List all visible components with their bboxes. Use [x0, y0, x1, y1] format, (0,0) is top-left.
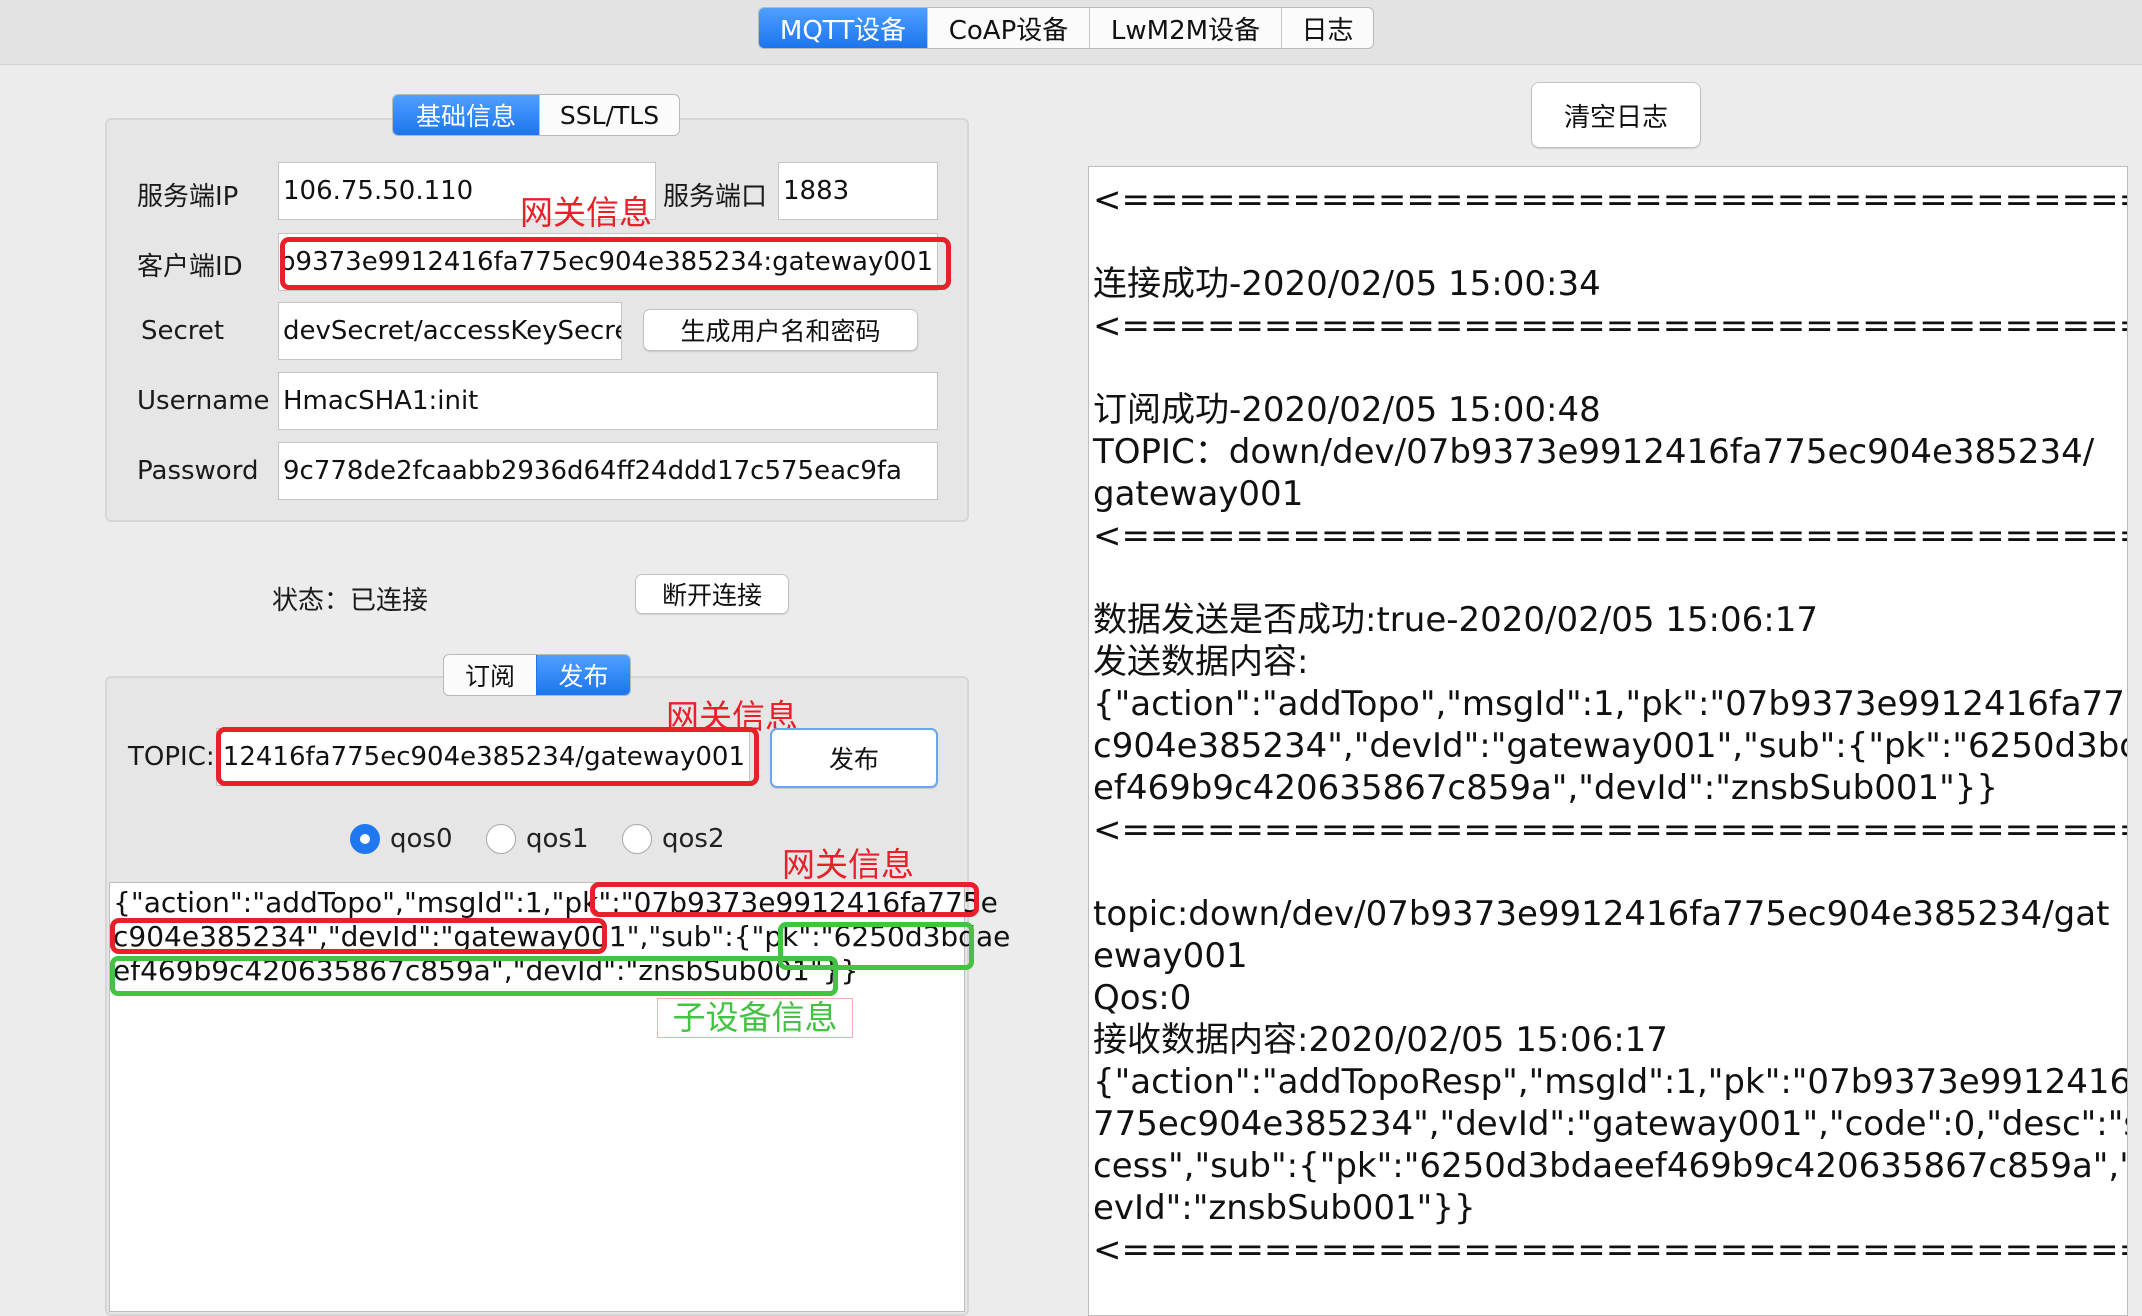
log-line: cess","sub":{"pk":"6250d3bdaeef469b9c420…: [1093, 1146, 2128, 1186]
tab-coap[interactable]: CoAP设备: [927, 8, 1089, 48]
log-line: Qos:0: [1093, 978, 1192, 1018]
secret-label: Secret: [141, 316, 225, 346]
topic-label: TOPIC:: [128, 742, 215, 772]
log-line: {"action":"addTopo","msgId":1,"pk":"07b9…: [1093, 684, 2128, 724]
pubsub-tabs: 订阅 发布: [443, 654, 631, 696]
connection-status: 状态：已连接: [272, 586, 429, 616]
log-line: <====================================>: [1093, 810, 2128, 850]
log-line: 数据发送是否成功:true-2020/02/05 15:06:17: [1093, 600, 1818, 640]
password-input[interactable]: 9c778de2fcaabb2936d64ff24ddd17c575eac9fa: [278, 442, 938, 500]
log-line: <====================================>: [1093, 306, 2128, 346]
annotation-gateway-info-3: 网关信息: [782, 845, 914, 884]
password-label: Password: [137, 456, 259, 486]
log-line: c904e385234","devId":"gateway001","sub":…: [1093, 726, 2128, 766]
secret-input[interactable]: devSecret/accessKeySecret: [278, 302, 622, 360]
log-line: <====================================>: [1093, 516, 2128, 556]
log-line: TOPIC：down/dev/07b9373e9912416fa775ec904…: [1093, 432, 2095, 472]
qos2-radio-dot: [622, 824, 652, 854]
tab-ssl-tls[interactable]: SSL/TLS: [539, 95, 679, 135]
log-line: {"action":"addTopoResp","msgId":1,"pk":"…: [1093, 1062, 2128, 1102]
log-line: 接收数据内容:2020/02/05 15:06:17: [1093, 1020, 1668, 1060]
server-ip-label: 服务端IP: [137, 182, 239, 212]
payload-pk-highlight-1: [590, 882, 979, 917]
device-tabs: MQTT设备 CoAP设备 LwM2M设备 日志: [758, 7, 1374, 49]
qos0-radio-dot: [350, 824, 380, 854]
client-id-highlight: [280, 237, 951, 290]
publish-button[interactable]: 发布: [770, 728, 938, 788]
server-port-input[interactable]: 1883: [778, 162, 938, 220]
tab-lwm2m[interactable]: LwM2M设备: [1089, 8, 1281, 48]
qos1-radio[interactable]: qos1: [486, 824, 589, 854]
annotation-gateway-info-1: 网关信息: [520, 193, 652, 232]
log-line: topic:down/dev/07b9373e9912416fa775ec904…: [1093, 894, 2110, 934]
log-line: evId":"znsbSub001"}}: [1093, 1188, 1476, 1228]
log-line: <====================================>: [1093, 180, 2128, 220]
log-line: 连接成功-2020/02/05 15:00:34: [1093, 264, 1601, 304]
server-port-label: 服务端口: [663, 182, 768, 212]
payload-pk-highlight-2: [110, 918, 607, 954]
tab-publish[interactable]: 发布: [536, 655, 630, 695]
qos2-radio[interactable]: qos2: [622, 824, 725, 854]
topic-highlight: [216, 727, 759, 786]
log-line: gateway001: [1093, 474, 1304, 514]
info-tabs: 基础信息 SSL/TLS: [392, 94, 680, 136]
log-line: 发送数据内容:: [1093, 642, 1309, 682]
log-line: <====================================>: [1093, 1230, 2128, 1270]
tab-subscribe[interactable]: 订阅: [444, 655, 536, 695]
tab-basic-info[interactable]: 基础信息: [393, 95, 539, 135]
annotation-sub-device-info: 子设备信息: [657, 998, 853, 1038]
qos1-label: qos1: [526, 824, 589, 854]
username-label: Username: [137, 386, 270, 416]
log-lines: <====================================> 连接…: [1093, 167, 2127, 1307]
log-line: ef469b9c420635867c859a","devId":"znsbSub…: [1093, 768, 1999, 808]
log-line: 订阅成功-2020/02/05 15:00:48: [1093, 390, 1601, 430]
qos2-label: qos2: [662, 824, 725, 854]
tab-mqtt[interactable]: MQTT设备: [759, 8, 927, 48]
log-line: eway001: [1093, 936, 1248, 976]
log-line: 775ec904e385234","devId":"gateway001","c…: [1093, 1104, 2128, 1144]
generate-credentials-button[interactable]: 生成用户名和密码: [643, 309, 918, 351]
payload-sub-highlight-2: [110, 956, 838, 996]
qos0-label: qos0: [390, 824, 453, 854]
qos0-radio[interactable]: qos0: [350, 824, 453, 854]
username-input[interactable]: HmacSHA1:init: [278, 372, 938, 430]
log-textarea[interactable]: <====================================> 连接…: [1088, 166, 2128, 1316]
tab-log[interactable]: 日志: [1281, 8, 1373, 48]
client-id-label: 客户端ID: [137, 252, 243, 282]
clear-log-button[interactable]: 清空日志: [1531, 82, 1701, 148]
disconnect-button[interactable]: 断开连接: [635, 574, 789, 614]
qos1-radio-dot: [486, 824, 516, 854]
